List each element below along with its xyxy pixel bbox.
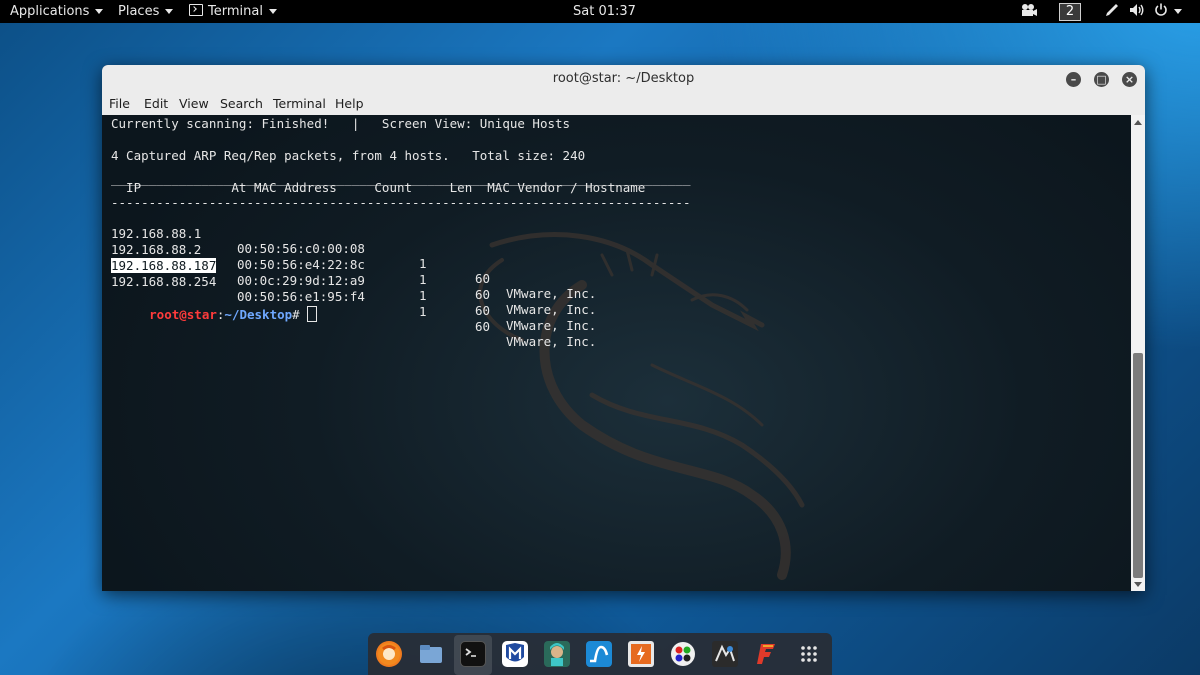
close-button[interactable]: × bbox=[1122, 72, 1137, 87]
vendor-cell: VMware, Inc. bbox=[506, 318, 597, 333]
wireshark-icon[interactable] bbox=[586, 641, 612, 667]
menu-terminal[interactable]: Terminal bbox=[273, 96, 326, 111]
len-cell: 60 bbox=[475, 303, 491, 318]
text-cursor bbox=[307, 306, 318, 322]
places-menu[interactable]: Places bbox=[118, 0, 174, 23]
armitage-icon[interactable] bbox=[544, 641, 570, 667]
shell-prompt[interactable]: root@star:~/Desktop# bbox=[104, 291, 318, 337]
summary-line: 4 Captured ARP Req/Rep packets, from 4 h… bbox=[111, 148, 586, 163]
workspace-indicator[interactable]: 2 bbox=[1059, 0, 1081, 23]
terminal-icon bbox=[189, 4, 203, 16]
dash-rule: ----------------------------------------… bbox=[111, 195, 691, 210]
prompt-user: root@star bbox=[149, 307, 217, 322]
chevron-down-icon bbox=[165, 9, 174, 14]
window-titlebar[interactable]: root@star: ~/Desktop – □ × bbox=[102, 65, 1145, 95]
menu-search[interactable]: Search bbox=[220, 96, 263, 111]
files-icon[interactable] bbox=[418, 641, 444, 667]
maltego-icon[interactable] bbox=[670, 641, 696, 667]
menu-view[interactable]: View bbox=[179, 96, 209, 111]
terminal-app-label: Terminal bbox=[208, 4, 263, 19]
vendor-cell: VMware, Inc. bbox=[506, 302, 597, 317]
kali-dragon-watermark bbox=[478, 232, 805, 580]
metasploit-icon[interactable] bbox=[502, 641, 528, 667]
menu-edit[interactable]: Edit bbox=[144, 96, 168, 111]
beef-icon[interactable] bbox=[712, 641, 738, 667]
scroll-up-icon[interactable] bbox=[1134, 120, 1142, 125]
terminal-window[interactable]: root@star: ~/Desktop – □ × File Edit Vie… bbox=[102, 65, 1145, 591]
count-cell: 1 bbox=[419, 256, 427, 271]
ip-cell: 192.168.88.254 bbox=[111, 274, 217, 289]
video-camera-icon[interactable] bbox=[1020, 0, 1038, 23]
terminal-icon[interactable] bbox=[460, 641, 486, 667]
scrollbar[interactable] bbox=[1131, 115, 1145, 591]
menu-file[interactable]: File bbox=[109, 96, 130, 111]
clock-label: Sat 01:37 bbox=[573, 4, 636, 19]
firefox-icon[interactable] bbox=[376, 641, 402, 667]
minimize-button[interactable]: – bbox=[1066, 72, 1081, 87]
scroll-down-icon[interactable] bbox=[1134, 582, 1142, 587]
terminal-output[interactable]: Currently scanning: Finished! | Screen V… bbox=[102, 115, 1131, 591]
maximize-button[interactable]: □ bbox=[1094, 72, 1109, 87]
pen-icon[interactable] bbox=[1104, 0, 1120, 23]
scroll-thumb[interactable] bbox=[1133, 353, 1143, 578]
vendor-cell: VMware, Inc. bbox=[506, 286, 597, 301]
mac-cell: 00:50:56:c0:00:08 bbox=[237, 241, 365, 256]
status-line: Currently scanning: Finished! | Screen V… bbox=[111, 116, 571, 131]
count-cell: 1 bbox=[419, 272, 427, 287]
window-title: root@star: ~/Desktop bbox=[552, 71, 695, 86]
places-label: Places bbox=[118, 4, 160, 19]
dock bbox=[368, 633, 832, 675]
applications-label: Applications bbox=[10, 4, 90, 19]
volume-icon[interactable] bbox=[1129, 0, 1147, 23]
vendor-cell: VMware, Inc. bbox=[506, 334, 597, 349]
power-icon[interactable] bbox=[1154, 0, 1182, 23]
count-cell: 1 bbox=[419, 288, 427, 303]
len-cell: 60 bbox=[475, 271, 491, 286]
mac-cell: 00:50:56:e4:22:8c bbox=[237, 257, 365, 272]
applications-menu[interactable]: Applications bbox=[10, 0, 104, 23]
len-cell: 60 bbox=[475, 287, 491, 302]
table-header: IP At MAC Address Count Len MAC Vendor /… bbox=[111, 180, 646, 195]
count-cell: 1 bbox=[419, 304, 427, 319]
mac-cell: 00:0c:29:9d:12:a9 bbox=[237, 273, 365, 288]
faraday-icon[interactable] bbox=[754, 641, 780, 667]
prompt-symbol: # bbox=[292, 307, 300, 322]
chevron-down-icon bbox=[268, 9, 277, 14]
top-panel: Applications Places Terminal Sat 01:37 2 bbox=[0, 0, 1200, 23]
show-apps-icon[interactable] bbox=[796, 641, 822, 667]
terminal-app-menu[interactable]: Terminal bbox=[189, 0, 277, 23]
prompt-path: ~/Desktop bbox=[224, 307, 293, 322]
len-cell: 60 bbox=[475, 319, 491, 334]
clock[interactable]: Sat 01:37 bbox=[573, 0, 636, 23]
menu-help[interactable]: Help bbox=[335, 96, 364, 111]
chevron-down-icon bbox=[1174, 9, 1182, 14]
menu-bar: File Edit View Search Terminal Help bbox=[102, 95, 1145, 115]
chevron-down-icon bbox=[95, 9, 104, 14]
burpsuite-icon[interactable] bbox=[628, 641, 654, 667]
workspace-number: 2 bbox=[1059, 3, 1081, 21]
